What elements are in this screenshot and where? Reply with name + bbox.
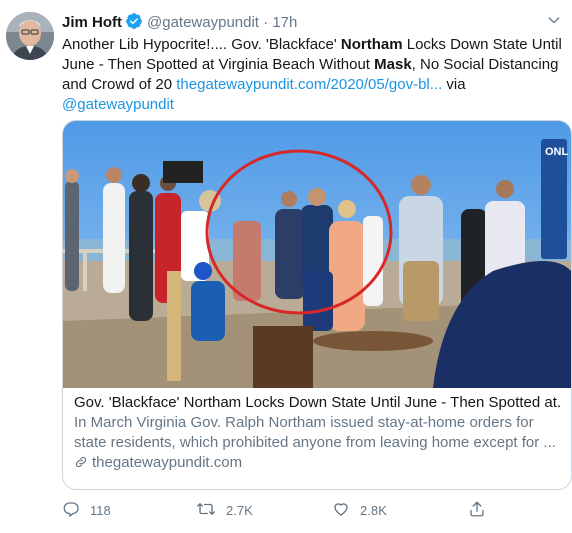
reply-icon (62, 500, 90, 521)
card-domain-text: thegatewaypundit.com (92, 454, 243, 471)
tweet-text-bold: Northam (340, 36, 403, 53)
sign-text: ONL (545, 146, 569, 158)
avatar-image (6, 12, 54, 60)
share-button[interactable] (468, 500, 496, 520)
reply-button[interactable]: 118 (62, 500, 111, 520)
tweet-actions: 118 2.7K 2.8K (62, 500, 502, 520)
reply-count: 118 (90, 502, 111, 518)
heart-icon (332, 500, 360, 521)
tweet-header: Jim Hoft @gatewaypundit · 17h (62, 12, 562, 34)
tweet-text-part: Another Lib Hypocrite!.... Gov. 'Blackfa… (62, 36, 341, 53)
chevron-down-icon[interactable] (546, 12, 562, 32)
author-name[interactable]: Jim Hoft (62, 14, 122, 31)
card-image[interactable]: ONL (63, 121, 571, 388)
card-domain[interactable]: thegatewaypundit.com (74, 453, 561, 473)
like-button[interactable]: 2.8K (332, 500, 387, 520)
card-text: Gov. 'Blackface' Northam Locks Down Stat… (74, 393, 561, 473)
retweet-icon (196, 500, 226, 521)
verified-badge-icon (125, 12, 143, 34)
link-card[interactable]: ONL Gov. 'Blackface' Northam Locks Down … (62, 120, 572, 490)
mention-link[interactable]: @gatewaypundit (62, 96, 174, 113)
retweet-button[interactable]: 2.7K (196, 500, 253, 520)
retweet-count: 2.7K (226, 502, 253, 518)
tweet-text-part: via (442, 76, 466, 93)
article-link[interactable]: thegatewaypundit.com/2020/05/gov-bl... (176, 76, 442, 93)
card-description: In March Virginia Gov. Ralph Northam iss… (74, 414, 556, 451)
share-icon (468, 500, 496, 521)
like-count: 2.8K (360, 502, 387, 518)
timestamp[interactable]: 17h (272, 14, 297, 31)
link-icon (74, 454, 92, 471)
tweet-text-bold: Mask (374, 56, 412, 73)
avatar[interactable] (6, 12, 54, 60)
separator-dot: · (263, 14, 269, 31)
card-title[interactable]: Gov. 'Blackface' Northam Locks Down Stat… (74, 393, 561, 413)
tweet[interactable]: Jim Hoft @gatewaypundit · 17h Another Lib… (0, 0, 572, 533)
author-handle[interactable]: @gatewaypundit (147, 14, 259, 31)
tweet-text: Another Lib Hypocrite!.... Gov. 'Blackfa… (62, 35, 562, 115)
